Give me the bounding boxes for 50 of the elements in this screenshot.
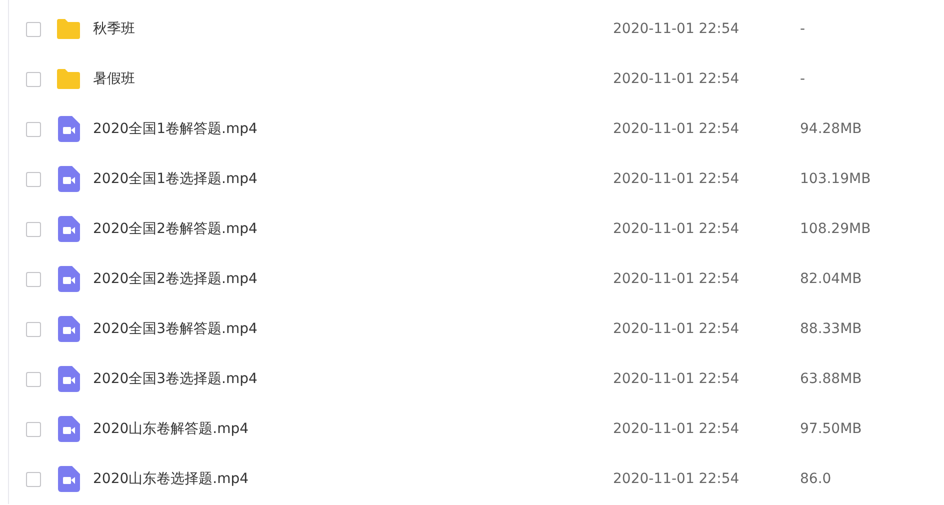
file-size: 108.29MB <box>800 220 872 238</box>
file-size: - <box>800 70 806 88</box>
video-file-icon <box>58 166 80 192</box>
modified-time: 2020-11-01 22:54 <box>613 420 740 438</box>
modified-time: 2020-11-01 22:54 <box>613 320 740 338</box>
modified-time: 2020-11-01 22:54 <box>613 20 740 38</box>
checkbox[interactable] <box>26 272 41 286</box>
checkbox[interactable] <box>26 122 41 136</box>
file-name[interactable]: 2020全国3卷选择题.mp4 <box>93 368 613 390</box>
checkbox[interactable] <box>26 422 41 436</box>
file-size: 88.33MB <box>800 320 863 338</box>
video-file-icon <box>58 116 80 142</box>
file-name[interactable]: 2020山东卷解答题.mp4 <box>93 418 613 440</box>
modified-time: 2020-11-01 22:54 <box>613 220 740 238</box>
file-name[interactable]: 暑假班 <box>93 68 613 90</box>
file-name[interactable]: 2020全国2卷选择题.mp4 <box>93 268 613 290</box>
checkbox[interactable] <box>26 222 41 236</box>
checkbox[interactable] <box>26 472 41 486</box>
checkbox[interactable] <box>26 172 41 186</box>
checkbox[interactable] <box>26 22 41 36</box>
file-size: 97.50MB <box>800 420 863 438</box>
modified-time: 2020-11-01 22:54 <box>613 270 740 288</box>
modified-time: 2020-11-01 22:54 <box>613 120 740 138</box>
checkbox[interactable] <box>26 72 41 86</box>
file-size: - <box>800 20 806 38</box>
checkbox[interactable] <box>26 372 41 386</box>
modified-time: 2020-11-01 22:54 <box>613 70 740 88</box>
folder-icon <box>56 18 81 40</box>
video-file-icon <box>58 416 80 442</box>
video-file-icon <box>58 266 80 292</box>
file-name[interactable]: 秋季班 <box>93 18 613 40</box>
file-size: 94.28MB <box>800 120 863 138</box>
file-size: 103.19MB <box>800 170 872 188</box>
file-size: 86.0 <box>800 470 832 488</box>
video-file-icon <box>58 366 80 392</box>
file-name[interactable]: 2020山东卷选择题.mp4 <box>93 468 613 490</box>
video-file-icon <box>58 316 80 342</box>
file-name[interactable]: 2020全国1卷解答题.mp4 <box>93 118 613 140</box>
file-size: 63.88MB <box>800 370 863 388</box>
video-file-icon <box>58 216 80 242</box>
modified-time: 2020-11-01 22:54 <box>613 470 740 488</box>
folder-icon <box>56 68 81 90</box>
modified-time: 2020-11-01 22:54 <box>613 170 740 188</box>
file-name[interactable]: 2020全国3卷解答题.mp4 <box>93 318 613 340</box>
file-name[interactable]: 2020全国2卷解答题.mp4 <box>93 218 613 240</box>
file-name[interactable]: 2020全国1卷选择题.mp4 <box>93 168 613 190</box>
modified-time: 2020-11-01 22:54 <box>613 370 740 388</box>
checkbox[interactable] <box>26 322 41 336</box>
video-file-icon <box>58 466 80 492</box>
file-size: 82.04MB <box>800 270 863 288</box>
